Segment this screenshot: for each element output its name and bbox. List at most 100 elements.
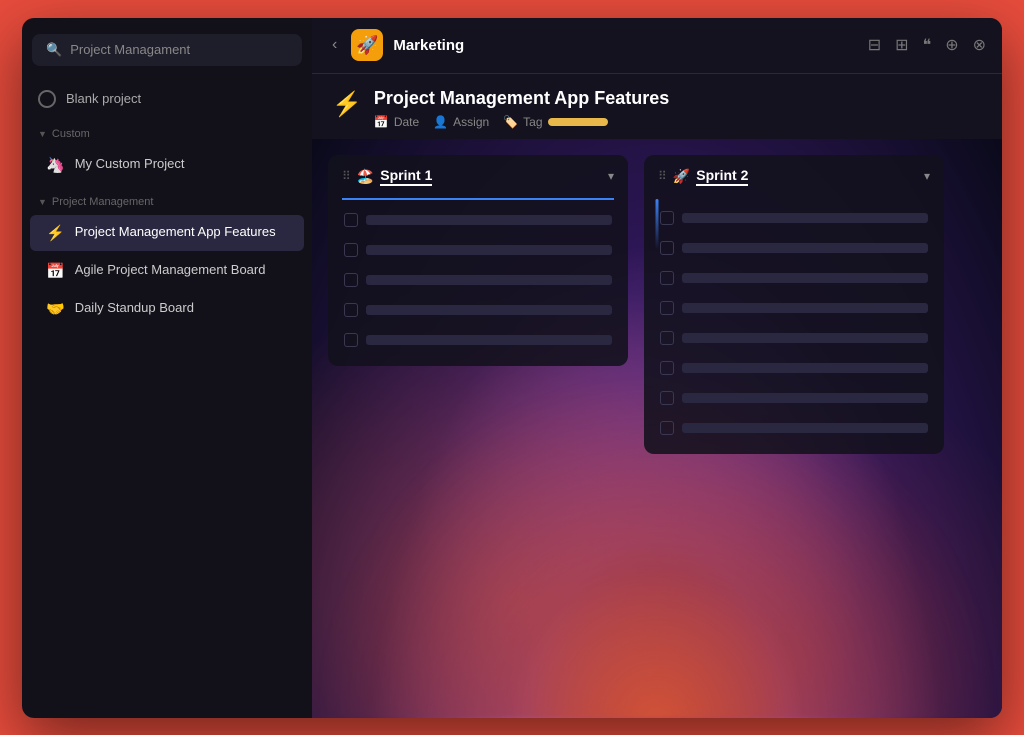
task-text-line — [682, 423, 928, 433]
task-checkbox[interactable] — [344, 333, 358, 347]
section-custom: ▼ Custom — [22, 116, 312, 146]
sprint-1-label: Sprint 1 — [380, 167, 432, 186]
agile-label: Agile Project Management Board — [75, 262, 266, 279]
tag-pill — [548, 118, 608, 126]
task-checkbox[interactable] — [344, 213, 358, 227]
task-row — [658, 266, 930, 290]
pm-app-icon: ⚡ — [46, 224, 65, 242]
sidebar: 🔍 Project Managament Blank project ▼ Cus… — [22, 18, 312, 718]
task-text-line — [366, 335, 612, 345]
page-icon: ⚡ — [332, 90, 362, 119]
action-add-icon[interactable]: ⊕ — [945, 35, 958, 55]
blank-project-item[interactable]: Blank project — [22, 82, 312, 116]
scroll-indicator — [656, 199, 659, 249]
sprint-1-drag-handle[interactable]: ⠿ — [342, 169, 351, 183]
task-checkbox[interactable] — [660, 421, 674, 435]
task-checkbox[interactable] — [344, 273, 358, 287]
task-row — [342, 208, 614, 232]
custom-project-icon: 🦄 — [46, 156, 65, 174]
standup-icon: 🤝 — [46, 300, 65, 318]
section-custom-label: Custom — [52, 128, 90, 140]
assign-label: Assign — [453, 115, 489, 129]
blank-project-icon — [38, 90, 56, 108]
task-text-line — [682, 333, 928, 343]
section-pm-label: Project Management — [52, 196, 154, 208]
meta-tag[interactable]: 🏷️ Tag — [503, 115, 607, 129]
standup-label: Daily Standup Board — [75, 300, 194, 317]
sprint-1-header: ⠿ 🏖️ Sprint 1 ▾ — [328, 155, 628, 198]
meta-assign[interactable]: 👤 Assign — [433, 115, 489, 129]
sprint-1-column: ⠿ 🏖️ Sprint 1 ▾ — [328, 155, 628, 366]
task-text-line — [682, 213, 928, 223]
task-row — [658, 326, 930, 350]
action-share-icon[interactable]: ⊗ — [973, 35, 986, 55]
task-row — [658, 296, 930, 320]
sidebar-item-pm-app-features[interactable]: ⚡ Project Management App Features — [30, 215, 304, 251]
task-text-line — [366, 305, 612, 315]
search-icon: 🔍 — [46, 42, 62, 58]
search-bar[interactable]: 🔍 Project Managament — [32, 34, 302, 66]
sprint-2-dropdown[interactable]: ▾ — [924, 169, 930, 183]
task-row — [658, 386, 930, 410]
sidebar-item-standup-board[interactable]: 🤝 Daily Standup Board — [30, 291, 304, 327]
page-header: ⚡ Project Management App Features 📅 Date… — [312, 74, 1002, 139]
task-row — [342, 268, 614, 292]
task-row — [342, 328, 614, 352]
task-text-line — [682, 393, 928, 403]
sprint-2-body — [644, 198, 944, 454]
page-title: Project Management App Features — [374, 88, 669, 109]
sprint-2-title: 🚀 Sprint 2 — [673, 167, 918, 186]
page-header-content: Project Management App Features 📅 Date 👤… — [374, 88, 669, 129]
tag-label: Tag — [523, 115, 542, 129]
workspace-icon: 🚀 — [351, 29, 383, 61]
page-meta: 📅 Date 👤 Assign 🏷️ Tag — [374, 115, 669, 129]
task-checkbox[interactable] — [660, 301, 674, 315]
task-row — [658, 236, 930, 260]
task-text-line — [682, 243, 928, 253]
task-checkbox[interactable] — [660, 211, 674, 225]
app-container: 🔍 Project Managament Blank project ▼ Cus… — [22, 18, 1002, 718]
action-grid-icon[interactable]: ⊞ — [895, 35, 908, 55]
top-bar: ‹ 🚀 Marketing ⊟ ⊞ ❝ ⊕ ⊗ — [312, 18, 1002, 74]
task-checkbox[interactable] — [660, 241, 674, 255]
sidebar-item-agile-board[interactable]: 📅 Agile Project Management Board — [30, 253, 304, 289]
task-checkbox[interactable] — [344, 303, 358, 317]
sprint-2-icon: 🚀 — [673, 168, 690, 185]
task-row — [342, 238, 614, 262]
action-layout-icon[interactable]: ⊟ — [868, 35, 881, 55]
sprint-2-label: Sprint 2 — [696, 167, 748, 186]
task-checkbox[interactable] — [660, 361, 674, 375]
workspace-name: Marketing — [393, 37, 464, 54]
task-checkbox[interactable] — [660, 391, 674, 405]
meta-date[interactable]: 📅 Date — [374, 115, 419, 129]
agile-icon: 📅 — [46, 262, 65, 280]
date-icon: 📅 — [374, 115, 389, 129]
sprint-1-body — [328, 200, 628, 366]
task-row — [658, 356, 930, 380]
task-text-line — [682, 363, 928, 373]
top-bar-actions: ⊟ ⊞ ❝ ⊕ ⊗ — [868, 35, 986, 55]
action-more-icon[interactable]: ❝ — [923, 35, 932, 55]
sidebar-item-my-custom-project[interactable]: 🦄 My Custom Project — [30, 147, 304, 183]
task-checkbox[interactable] — [660, 271, 674, 285]
task-text-line — [682, 273, 928, 283]
task-row — [658, 416, 930, 440]
back-button[interactable]: ‹ — [328, 32, 341, 58]
assign-icon: 👤 — [433, 115, 448, 129]
custom-project-label: My Custom Project — [75, 156, 185, 173]
date-label: Date — [394, 115, 419, 129]
section-arrow-pm: ▼ — [38, 197, 47, 207]
sprint-1-title: 🏖️ Sprint 1 — [357, 167, 602, 186]
task-checkbox[interactable] — [660, 331, 674, 345]
section-arrow-custom: ▼ — [38, 129, 47, 139]
sprint-2-header: ⠿ 🚀 Sprint 2 ▾ — [644, 155, 944, 198]
sprint-1-icon: 🏖️ — [357, 168, 374, 185]
sprint-1-dropdown[interactable]: ▾ — [608, 169, 614, 183]
task-text-line — [682, 303, 928, 313]
task-text-line — [366, 275, 612, 285]
task-text-line — [366, 245, 612, 255]
task-row — [658, 206, 930, 230]
sprint-2-drag-handle[interactable]: ⠿ — [658, 169, 667, 183]
board-area: ⠿ 🏖️ Sprint 1 ▾ — [312, 139, 1002, 718]
task-checkbox[interactable] — [344, 243, 358, 257]
